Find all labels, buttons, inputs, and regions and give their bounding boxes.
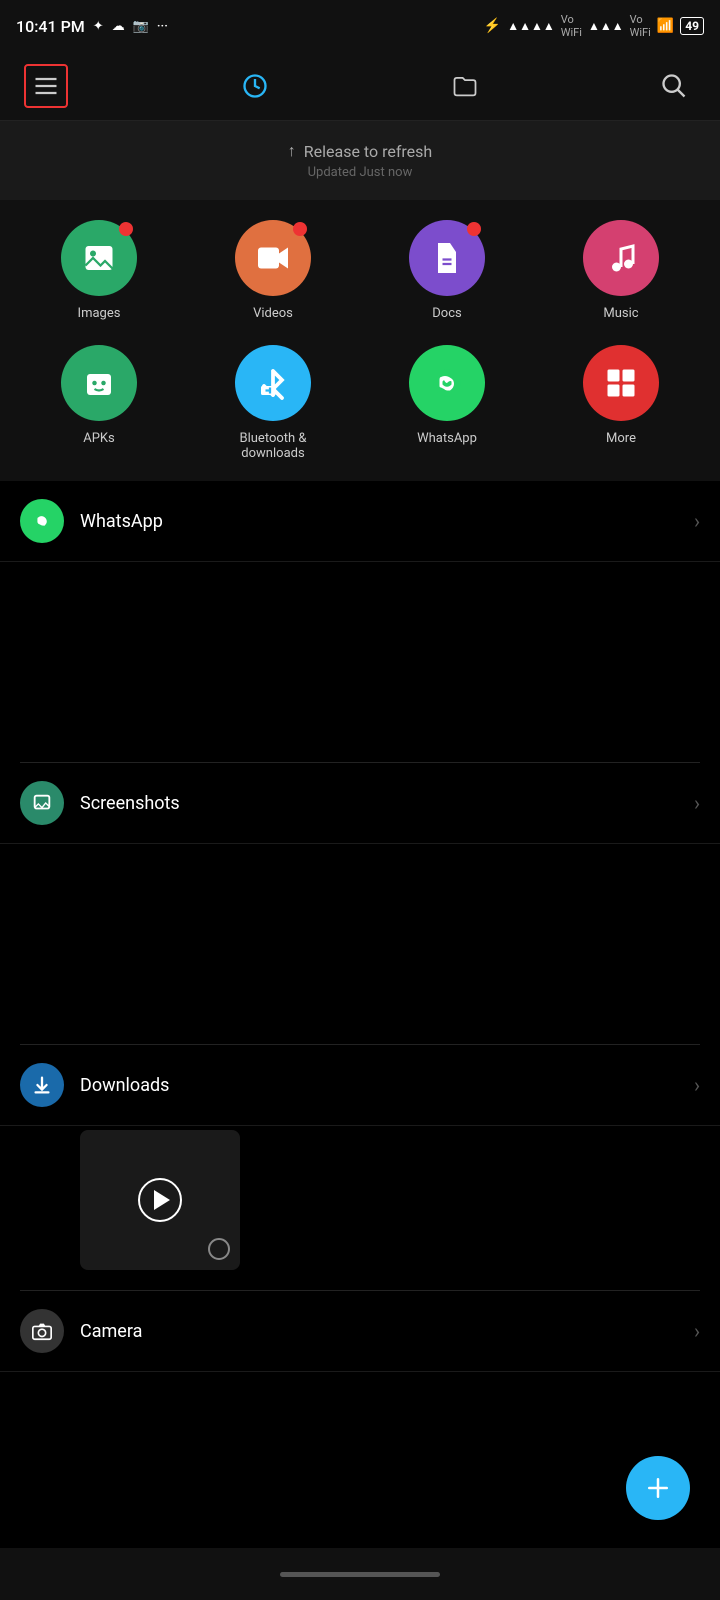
top-navigation	[0, 52, 720, 121]
downloads-thumbnails	[0, 1126, 720, 1290]
whatsapp-section-icon	[31, 510, 53, 532]
apks-label: APKs	[83, 431, 115, 446]
images-label: Images	[78, 306, 121, 321]
status-bar: 10:41 PM ✦ ☁ 📷 ··· ⚡ ▲▲▲▲ VoWiFi ▲▲▲ VoW…	[0, 0, 720, 52]
hamburger-icon	[32, 72, 60, 100]
camera-section-row[interactable]: Camera ›	[0, 1291, 720, 1372]
music-label: Music	[603, 306, 638, 321]
videos-label: Videos	[253, 306, 293, 321]
screenshots-section-icon	[31, 792, 53, 814]
apks-icon	[81, 365, 117, 401]
status-time: 10:41 PM ✦ ☁ 📷 ···	[16, 17, 168, 36]
category-grid: Images Videos Docs Music APKs	[0, 200, 720, 481]
videos-icon	[255, 240, 291, 276]
whatsapp-section-content	[0, 562, 720, 762]
video-thumbnail[interactable]	[80, 1130, 240, 1270]
clock-icon	[241, 72, 269, 100]
folder-button[interactable]	[443, 64, 487, 108]
badge-docs	[467, 222, 481, 236]
fab-button[interactable]	[626, 1456, 690, 1520]
category-apks[interactable]: APKs	[16, 345, 182, 461]
category-images[interactable]: Images	[16, 220, 182, 321]
screenshots-section-content	[0, 844, 720, 1044]
whatsapp-section-label: WhatsApp	[80, 511, 694, 532]
screenshots-section-label: Screenshots	[80, 793, 694, 814]
category-music[interactable]: Music	[538, 220, 704, 321]
music-icon	[603, 240, 639, 276]
more-icon	[603, 365, 639, 401]
badge-videos	[293, 222, 307, 236]
category-more[interactable]: More	[538, 345, 704, 461]
downloads-section-label: Downloads	[80, 1075, 694, 1096]
folder-icon	[451, 72, 479, 100]
docs-label: Docs	[432, 306, 461, 321]
menu-button[interactable]	[24, 64, 68, 108]
category-whatsapp[interactable]: WhatsApp	[364, 345, 530, 461]
category-bluetooth[interactable]: Bluetooth & downloads	[190, 345, 356, 461]
screenshots-section-row[interactable]: Screenshots ›	[0, 763, 720, 844]
bluetooth-icon	[255, 365, 291, 401]
refresh-area: ↑ Release to refresh Updated Just now	[0, 121, 720, 200]
search-icon	[660, 72, 688, 100]
search-button[interactable]	[652, 64, 696, 108]
status-right: ⚡ ▲▲▲▲ VoWiFi ▲▲▲ VoWiFi 📶 49	[484, 13, 704, 39]
whatsapp-chevron: ›	[694, 509, 700, 533]
fab-icon	[643, 1473, 673, 1503]
circle-indicator	[208, 1238, 230, 1260]
more-label: More	[606, 431, 636, 446]
refresh-subtitle: Updated Just now	[20, 165, 700, 180]
category-videos[interactable]: Videos	[190, 220, 356, 321]
play-button[interactable]	[138, 1178, 182, 1222]
downloads-section-row[interactable]: Downloads ›	[0, 1045, 720, 1126]
whatsapp-grid-label: WhatsApp	[417, 431, 477, 446]
camera-section-label: Camera	[80, 1321, 694, 1342]
category-docs[interactable]: Docs	[364, 220, 530, 321]
history-button[interactable]	[233, 64, 277, 108]
refresh-text: ↑ Release to refresh	[20, 141, 700, 161]
downloads-chevron: ›	[694, 1073, 700, 1097]
camera-section-icon	[31, 1320, 53, 1342]
whatsapp-section-row[interactable]: WhatsApp ›	[0, 481, 720, 562]
whatsapp-icon	[429, 365, 465, 401]
section-list: WhatsApp › Screenshots › Downloads ›	[0, 481, 720, 1452]
camera-chevron: ›	[694, 1319, 700, 1343]
images-icon	[81, 240, 117, 276]
docs-icon	[429, 240, 465, 276]
bottom-bar	[0, 1548, 720, 1600]
battery-indicator: 49	[680, 17, 704, 35]
screenshots-chevron: ›	[694, 791, 700, 815]
badge-images	[119, 222, 133, 236]
home-indicator[interactable]	[280, 1572, 440, 1577]
downloads-section-icon	[31, 1074, 53, 1096]
bluetooth-label: Bluetooth & downloads	[240, 431, 307, 461]
